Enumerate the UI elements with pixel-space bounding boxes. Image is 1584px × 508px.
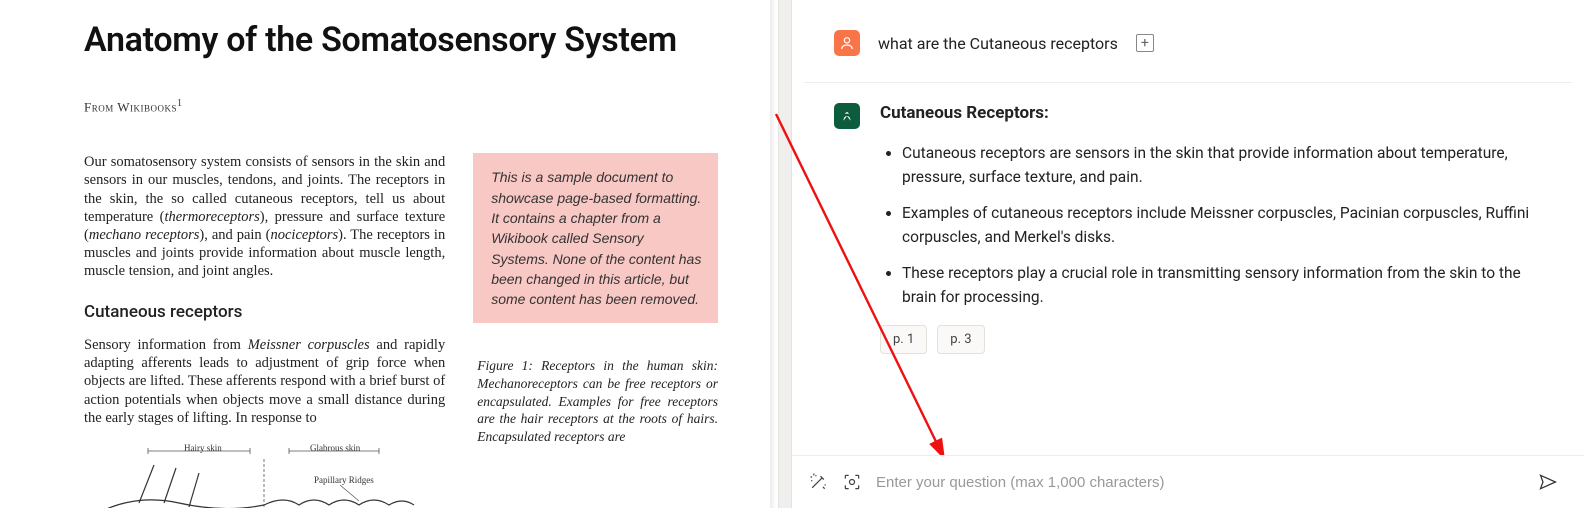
skin-figure: Hairy skin Glabrous skin Papillary Ridge… <box>84 445 445 508</box>
user-question-row: what are the Cutaneous receptors + <box>792 30 1584 82</box>
chat-panel: what are the Cutaneous receptors + Cutan… <box>792 0 1584 508</box>
chat-input-bar <box>792 455 1584 508</box>
magic-wand-icon[interactable] <box>808 472 828 492</box>
answer-bullet: Examples of cutaneous receptors include … <box>902 201 1542 249</box>
page-ref-button[interactable]: p. 1 <box>880 325 927 354</box>
page-ref-button[interactable]: p. 3 <box>937 325 984 354</box>
scan-icon[interactable] <box>842 472 862 492</box>
document-paragraph-2: Sensory information from Meissner corpus… <box>84 336 445 427</box>
document-callout: This is a sample document to showcase pa… <box>473 153 718 323</box>
expand-icon[interactable]: + <box>1136 34 1154 52</box>
assistant-avatar-icon <box>834 103 860 129</box>
section-title-cutaneous: Cutaneous receptors <box>84 302 445 322</box>
document-title: Anatomy of the Somatosensory System <box>84 20 718 60</box>
answer-bullet: These receptors play a crucial role in t… <box>902 261 1542 309</box>
chat-input[interactable] <box>876 474 1524 491</box>
send-icon[interactable] <box>1538 472 1558 492</box>
page-ref-row: p. 1 p. 3 <box>880 325 1542 354</box>
user-question-text: what are the Cutaneous receptors <box>878 34 1118 53</box>
answer-bullet: Cutaneous receptors are sensors in the s… <box>902 141 1542 189</box>
figure-caption: Figure 1: Receptors in the human skin: M… <box>477 357 718 445</box>
document-source: From Wikibooks1 <box>84 98 718 115</box>
document-panel: Anatomy of the Somatosensory System From… <box>0 0 778 508</box>
assistant-answer: Cutaneous Receptors: Cutaneous receptors… <box>792 83 1584 366</box>
document-paragraph-1: Our somatosensory system consists of sen… <box>84 153 445 280</box>
answer-title: Cutaneous Receptors: <box>880 103 1542 123</box>
panel-divider[interactable] <box>778 0 792 508</box>
user-avatar-icon <box>834 30 860 56</box>
answer-bullet-list: Cutaneous receptors are sensors in the s… <box>880 141 1542 309</box>
